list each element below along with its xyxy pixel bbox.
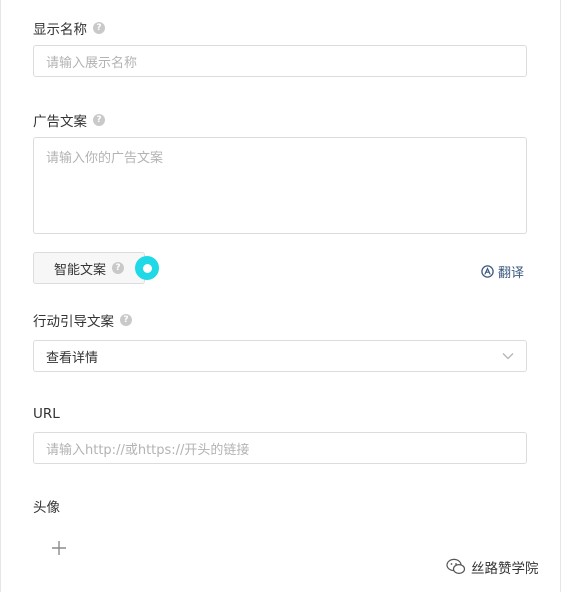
panel-left-border bbox=[0, 0, 1, 592]
cursor-indicator-center bbox=[142, 263, 152, 273]
cta-label-text: 行动引导文案 bbox=[33, 314, 114, 330]
display-name-input[interactable]: 请输入展示名称 bbox=[33, 45, 527, 77]
wechat-logo-icon bbox=[446, 558, 466, 575]
cta-selected-value: 查看详情 bbox=[46, 350, 99, 366]
avatar-label: 头像 bbox=[33, 496, 60, 516]
url-input[interactable]: 请输入http://或https://开头的链接 bbox=[33, 432, 527, 464]
add-avatar-plus-icon[interactable] bbox=[50, 539, 68, 557]
smart-copy-button[interactable]: 智能文案 ? bbox=[33, 252, 145, 284]
help-icon[interactable]: ? bbox=[93, 114, 105, 126]
translate-label: 翻译 bbox=[498, 265, 525, 281]
ad-copy-textarea[interactable]: 请输入你的广告文案 bbox=[33, 137, 527, 234]
ad-copy-placeholder: 请输入你的广告文案 bbox=[46, 151, 164, 166]
url-placeholder: 请输入http://或https://开头的链接 bbox=[46, 442, 250, 458]
help-icon[interactable]: ? bbox=[120, 314, 132, 326]
url-label: URL bbox=[33, 404, 60, 424]
ad-copy-label: 广告文案 ? bbox=[33, 110, 105, 130]
smart-copy-button-label: 智能文案 bbox=[53, 262, 106, 278]
watermark: 丝路赞学院 bbox=[446, 556, 539, 578]
cta-label: 行动引导文案 ? bbox=[33, 310, 132, 330]
display-name-placeholder: 请输入展示名称 bbox=[46, 55, 138, 71]
watermark-text: 丝路赞学院 bbox=[471, 561, 539, 577]
help-icon[interactable]: ? bbox=[112, 262, 124, 274]
chevron-down-icon bbox=[502, 353, 514, 360]
display-name-label-text: 显示名称 bbox=[33, 22, 87, 38]
translate-link[interactable]: 翻译 bbox=[481, 262, 525, 281]
translate-icon bbox=[481, 264, 494, 278]
cta-select[interactable]: 查看详情 bbox=[33, 340, 527, 372]
display-name-label: 显示名称 ? bbox=[33, 18, 105, 38]
cursor-indicator bbox=[135, 256, 159, 280]
url-label-text: URL bbox=[33, 406, 60, 422]
help-icon[interactable]: ? bbox=[93, 22, 105, 34]
ad-copy-label-text: 广告文案 bbox=[33, 114, 87, 130]
avatar-label-text: 头像 bbox=[33, 500, 60, 516]
